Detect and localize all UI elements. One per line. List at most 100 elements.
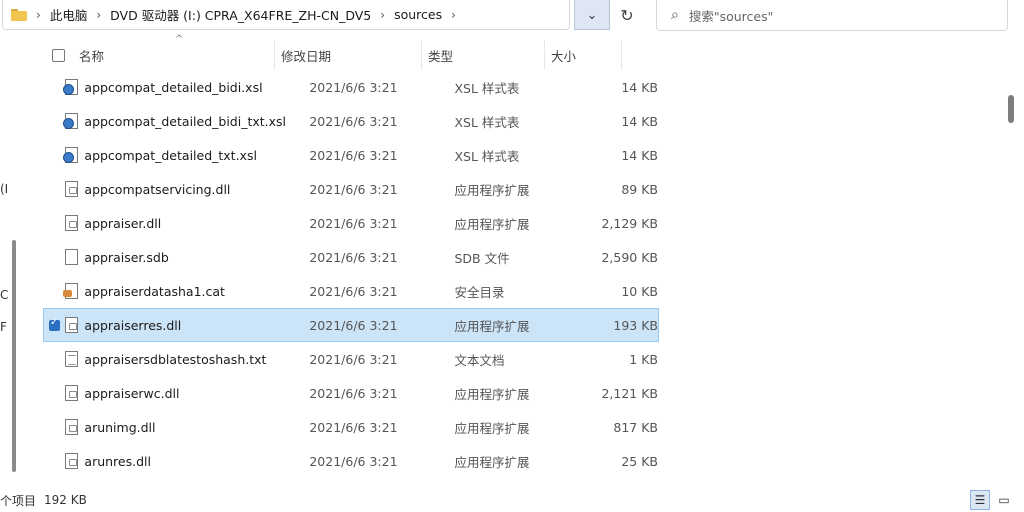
nav-pane-fragment[interactable]: C	[0, 288, 8, 302]
file-name[interactable]: appraiserdatasha1.cat	[84, 284, 309, 299]
chevron-right-icon[interactable]: ›	[451, 8, 456, 22]
file-name[interactable]: appraiser.dll	[84, 216, 309, 231]
row-checkbox[interactable]	[49, 116, 60, 127]
file-type: 应用程序扩展	[454, 420, 530, 436]
file-name[interactable]: appcompat_detailed_bidi.xsl	[84, 80, 309, 95]
column-header-date[interactable]: 修改日期	[275, 46, 421, 65]
file-size: 817 KB	[613, 419, 658, 435]
chevron-right-icon[interactable]: ›	[96, 8, 101, 22]
file-type: XSL 样式表	[454, 114, 520, 130]
file-date: 2021/6/6 3:21	[309, 249, 398, 265]
nav-pane-fragment[interactable]: (I	[0, 182, 8, 196]
file-date: 2021/6/6 3:21	[309, 419, 398, 435]
dll-file-icon	[64, 453, 79, 469]
file-row[interactable]: arunimg.dll 2021/6/6 3:21 应用程序扩展 817 KB	[43, 410, 659, 444]
file-type: 文本文档	[454, 352, 505, 368]
chevron-right-icon[interactable]: ›	[380, 8, 385, 22]
file-type: 应用程序扩展	[454, 318, 530, 334]
file-date: 2021/6/6 3:21	[309, 385, 398, 401]
row-checkbox[interactable]	[49, 456, 60, 467]
file-name[interactable]: appraiserres.dll	[84, 318, 309, 333]
row-checkbox[interactable]	[49, 354, 60, 365]
row-checkbox[interactable]	[49, 150, 60, 161]
file-size: 25 KB	[621, 453, 658, 469]
file-row[interactable]: appraiserdatasha1.cat 2021/6/6 3:21 安全目录…	[43, 274, 659, 308]
select-all-checkbox[interactable]	[52, 48, 65, 62]
file-row[interactable]: appraiser.sdb 2021/6/6 3:21 SDB 文件 2,590…	[43, 240, 659, 274]
file-date: 2021/6/6 3:21	[309, 79, 398, 95]
xsl-stylesheet-icon	[62, 113, 79, 129]
address-bar[interactable]: › 此电脑 › DVD 驱动器 (I:) CPRA_X64FRE_ZH-CN_D…	[2, 0, 570, 30]
file-row[interactable]: appcompatservicing.dll 2021/6/6 3:21 应用程…	[43, 172, 659, 206]
file-name[interactable]: appraisersdblatestoshash.txt	[84, 352, 309, 367]
file-size: 10 KB	[621, 283, 658, 299]
file-date: 2021/6/6 3:21	[309, 283, 398, 299]
file-row[interactable]: appcompat_detailed_bidi_txt.xsl 2021/6/6…	[43, 104, 659, 138]
file-row[interactable]: appraiserwc.dll 2021/6/6 3:21 应用程序扩展 2,1…	[43, 376, 659, 410]
search-input[interactable]: 搜索"sources"	[689, 6, 774, 25]
column-header-row: ^ 名称 修改日期 类型 大小	[44, 34, 664, 70]
nav-pane-fragment[interactable]: F	[0, 320, 7, 334]
large-icons-view-button[interactable]: ▭	[994, 490, 1014, 510]
file-row[interactable]: appcompat_detailed_txt.xsl 2021/6/6 3:21…	[43, 138, 659, 172]
file-row[interactable]: appraisersdblatestoshash.txt 2021/6/6 3:…	[43, 342, 659, 376]
breadcrumb-this-pc[interactable]: 此电脑	[50, 5, 88, 24]
file-row[interactable]: appcompat_detailed_bidi.xsl 2021/6/6 3:2…	[43, 70, 659, 104]
row-checkbox[interactable]	[49, 82, 60, 93]
file-name[interactable]: arunres.dll	[84, 454, 309, 469]
column-header-type[interactable]: 类型	[422, 46, 544, 65]
file-type: 安全目录	[454, 284, 505, 300]
search-icon: ⌕	[671, 7, 679, 23]
file-size: 1 KB	[629, 351, 658, 367]
row-checkbox[interactable]	[49, 218, 60, 229]
file-row-selected[interactable]: appraiserres.dll 2021/6/6 3:21 应用程序扩展 19…	[43, 308, 659, 342]
search-box[interactable]: ⌕ 搜索"sources"	[656, 0, 1008, 31]
file-name[interactable]: appcompat_detailed_bidi_txt.xsl	[84, 114, 309, 129]
row-checkbox-checked[interactable]	[49, 317, 60, 331]
nav-pane-scrollbar[interactable]	[12, 240, 16, 472]
file-row[interactable]: appraiser.dll 2021/6/6 3:21 应用程序扩展 2,129…	[43, 206, 659, 240]
breadcrumb-sources[interactable]: sources	[394, 7, 442, 22]
file-name[interactable]: appcompat_detailed_txt.xsl	[84, 148, 309, 163]
column-divider[interactable]	[621, 40, 622, 70]
details-view-button[interactable]: ☰	[970, 490, 990, 510]
file-date: 2021/6/6 3:21	[309, 147, 398, 163]
row-checkbox[interactable]	[49, 184, 60, 195]
selected-size: 192 KB	[44, 493, 87, 507]
file-type: 应用程序扩展	[454, 216, 530, 232]
file-name[interactable]: appraiser.sdb	[84, 250, 309, 265]
row-checkbox[interactable]	[49, 252, 60, 263]
dll-file-icon	[64, 181, 79, 197]
row-checkbox[interactable]	[49, 286, 60, 297]
security-catalog-icon	[62, 283, 79, 299]
file-size: 14 KB	[621, 113, 658, 129]
file-type: SDB 文件	[454, 250, 510, 266]
large-icons-view-icon: ▭	[998, 493, 1010, 507]
item-count: 个项目	[0, 493, 37, 508]
file-name[interactable]: appcompatservicing.dll	[84, 182, 309, 197]
file-name[interactable]: appraiserwc.dll	[84, 386, 309, 401]
column-header-name[interactable]: ^ 名称	[79, 34, 274, 65]
refresh-icon: ↻	[620, 5, 634, 25]
breadcrumb-dvd-drive[interactable]: DVD 驱动器 (I:) CPRA_X64FRE_ZH-CN_DV5	[110, 5, 371, 24]
dll-file-icon	[64, 215, 79, 231]
xsl-stylesheet-icon	[62, 79, 79, 95]
row-checkbox[interactable]	[49, 388, 60, 399]
details-view-icon: ☰	[974, 493, 986, 507]
file-row[interactable]: arunres.dll 2021/6/6 3:21 应用程序扩展 25 KB	[43, 444, 659, 478]
file-type: 应用程序扩展	[454, 182, 530, 198]
blank-file-icon	[64, 249, 79, 265]
xsl-stylesheet-icon	[62, 147, 79, 163]
address-history-dropdown[interactable]: ⌄	[574, 0, 610, 30]
file-name[interactable]: arunimg.dll	[84, 420, 309, 435]
file-date: 2021/6/6 3:21	[309, 215, 398, 231]
file-size: 193 KB	[613, 317, 658, 333]
file-size: 2,121 KB	[601, 385, 658, 401]
column-header-size[interactable]: 大小	[545, 46, 621, 65]
file-list: appcompat_detailed_bidi.xsl 2021/6/6 3:2…	[43, 70, 659, 478]
file-list-scrollbar[interactable]	[1008, 95, 1014, 123]
refresh-button[interactable]: ↻	[612, 0, 642, 30]
file-size: 89 KB	[621, 181, 658, 197]
row-checkbox[interactable]	[49, 422, 60, 433]
dll-file-icon	[64, 317, 79, 333]
